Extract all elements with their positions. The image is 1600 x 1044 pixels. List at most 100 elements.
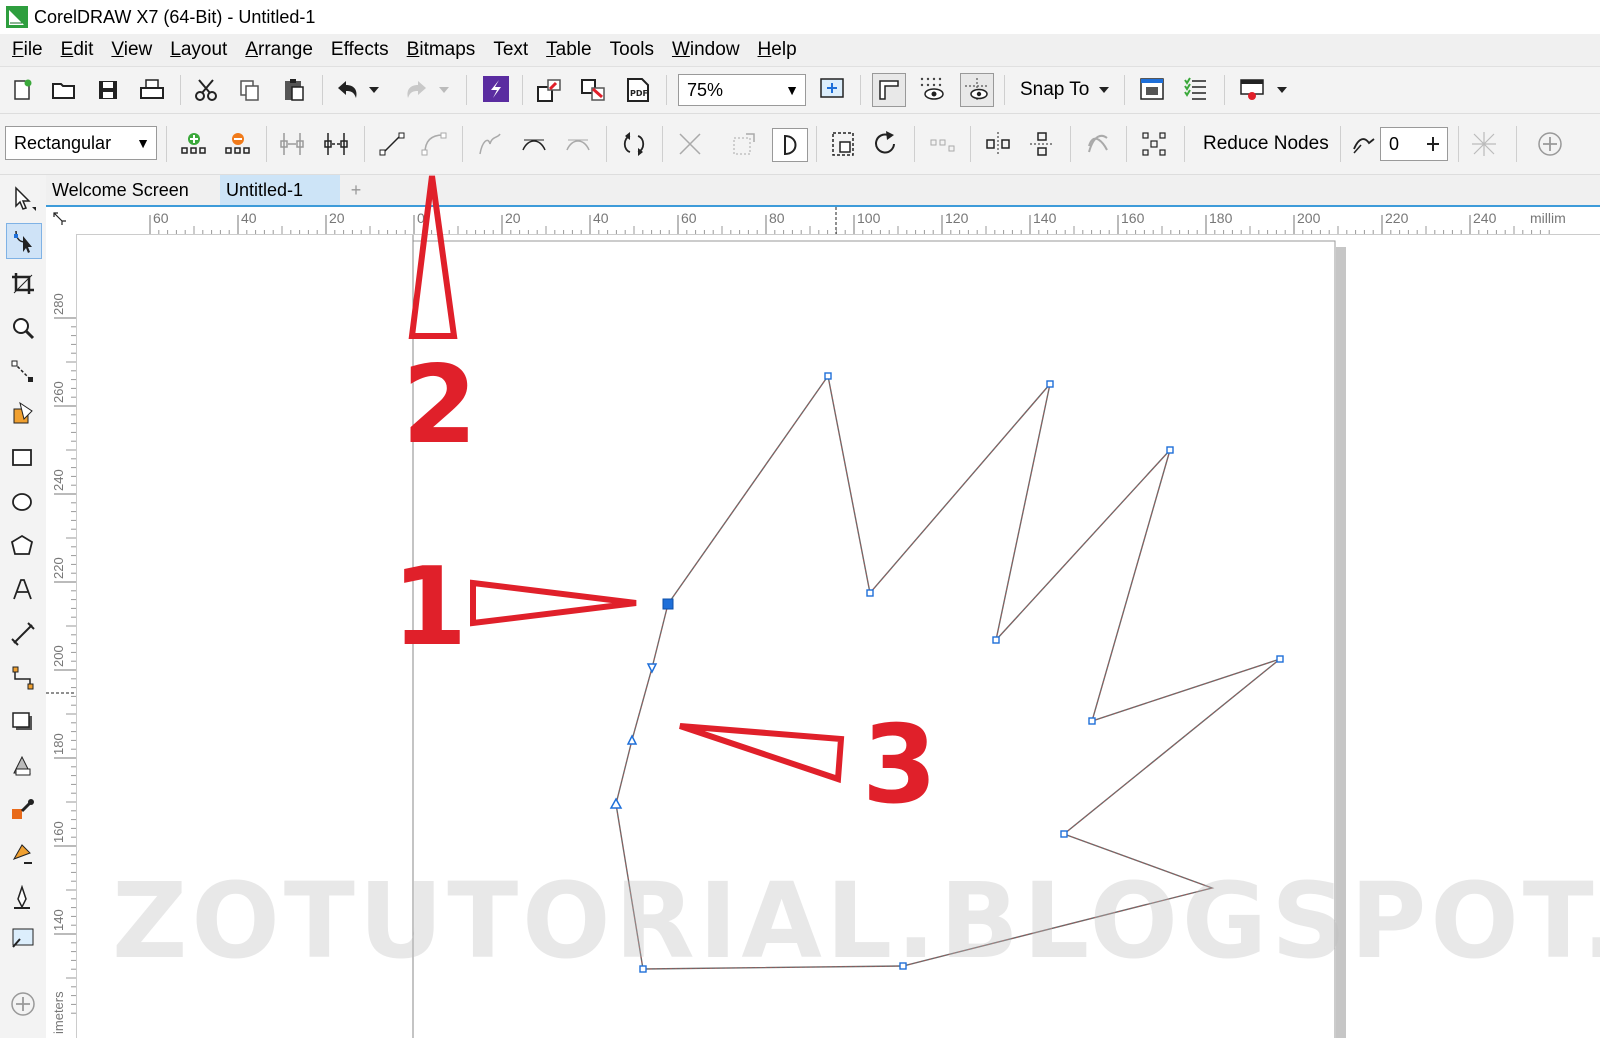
reflect-vertically-icon[interactable] [1028,130,1056,158]
parallel-dimension-tool-icon[interactable] [6,617,40,651]
zoom-tool-icon[interactable] [6,311,40,345]
publish-pdf-icon[interactable]: PDF [624,76,652,104]
print-icon[interactable] [138,76,166,104]
show-rulers-icon[interactable] [872,73,906,107]
undo-dropdown-icon[interactable] [366,76,382,104]
ellipse-tool-icon[interactable] [6,485,40,519]
smart-fill-tool-icon[interactable] [6,397,40,431]
smooth-node-icon[interactable] [520,130,548,158]
interactive-fill-tool-icon[interactable] [6,837,40,871]
document-tabs: Welcome Screen Untitled-1 + [46,175,1600,207]
stretch-scale-nodes-icon[interactable] [830,130,858,158]
delete-node-icon[interactable] [224,130,252,158]
new-document-icon[interactable] [8,76,36,104]
separator [662,126,663,162]
pick-tool-icon[interactable] [6,181,40,215]
import-icon[interactable] [536,76,564,104]
chevron-down-icon[interactable] [1272,76,1292,104]
convert-to-line-icon[interactable] [378,130,406,158]
color-eyedropper-tool-icon[interactable] [6,793,40,827]
text-tool-icon[interactable] [6,573,40,607]
break-curve-icon[interactable] [322,130,350,158]
export-icon[interactable] [580,76,608,104]
reflect-horizontally-icon[interactable] [984,130,1012,158]
show-grid-icon[interactable] [918,75,946,103]
new-tab-icon[interactable]: + [342,175,370,205]
rotate-skew-nodes-icon[interactable] [872,130,900,158]
menu-accelerator: H [757,39,772,60]
menu-item-effects[interactable]: Effects [331,39,389,61]
zoom-level-select[interactable]: 75% ▼ [678,74,806,106]
menu-item-edit[interactable]: Edit [61,39,94,61]
open-folder-icon[interactable] [50,76,78,104]
redo-icon[interactable] [402,76,430,104]
menu-item-view[interactable]: View [111,39,152,61]
menu-item-table[interactable]: Table [546,39,591,61]
ruler-origin[interactable] [46,207,77,235]
add-node-icon[interactable] [180,130,208,158]
menu-bar: File Edit View Layout Arrange Effects Bitmaps T… [0,34,1600,67]
welcome-screen-icon[interactable] [1238,75,1266,103]
application-launcher-icon[interactable] [1182,75,1210,103]
redo-dropdown-icon[interactable] [436,76,452,104]
menu-item-window[interactable]: Window [672,39,740,61]
polygon-tool-icon[interactable] [6,529,40,563]
menu-item-text[interactable]: Text [493,39,528,61]
extract-subpath-icon[interactable] [730,130,758,158]
align-nodes-icon[interactable] [928,130,956,158]
separator [1458,126,1459,162]
ruler-tick-label: 80 [769,210,785,226]
add-tool-icon[interactable] [6,987,40,1021]
freehand-tool-icon[interactable] [6,355,40,389]
rectangle-tool-icon[interactable] [6,441,40,475]
coreldraw-logo-icon [6,6,28,28]
transparency-tool-icon[interactable] [6,749,40,783]
menu-item-file[interactable]: File [12,39,43,61]
menu-item-bitmaps[interactable]: Bitmaps [407,39,476,61]
connector-tool-icon[interactable] [6,661,40,695]
shape-tool-icon[interactable] [6,223,42,259]
menu-label: Effects [330,39,389,60]
select-all-nodes-icon[interactable] [1140,130,1168,158]
extend-curve-to-close-icon[interactable] [676,130,704,158]
full-screen-preview-icon[interactable] [818,75,846,103]
paste-icon[interactable] [280,76,308,104]
separator [462,126,463,162]
join-nodes-icon[interactable] [278,130,306,158]
cut-icon[interactable] [192,76,220,104]
menu-item-arrange[interactable]: Arrange [245,39,313,61]
separator [914,126,915,162]
slider-handle-icon[interactable] [1425,136,1441,152]
copy-icon[interactable] [236,76,264,104]
quick-customize-icon[interactable] [1536,130,1564,158]
reverse-direction-icon[interactable] [620,130,648,158]
smart-drawing-tool-icon[interactable] [6,881,40,915]
save-icon[interactable] [94,76,122,104]
selection-mode-select[interactable]: Rectangular ▼ [5,126,157,160]
elastic-mode-icon[interactable] [1084,130,1112,158]
tab-welcome-screen[interactable]: Welcome Screen [46,175,218,205]
convert-to-curve-icon[interactable] [420,130,448,158]
crop-tool-icon[interactable] [6,267,40,301]
symmetrical-node-icon[interactable] [564,130,592,158]
corel-connect-icon[interactable] [482,75,510,103]
drop-shadow-tool-icon[interactable] [6,705,40,739]
horizontal-ruler[interactable]: 60 40 20 0 20 40 60 80 100 120 140 160 180 200 220 240 m… [76,207,1600,235]
menu-item-tools[interactable]: Tools [610,39,654,61]
reduce-nodes-button[interactable]: Reduce Nodes [1203,130,1329,158]
property-bar: Rectangular ▼ Reduce Nodes 0 [0,114,1600,175]
undo-icon[interactable] [334,76,362,104]
tab-untitled-1[interactable]: Untitled-1 [220,175,340,205]
mesh-fill-tool-icon[interactable] [6,921,40,955]
menu-item-layout[interactable]: Layout [170,39,227,61]
curve-smoothness-input[interactable]: 0 [1380,127,1448,161]
options-icon[interactable] [1138,75,1166,103]
show-guidelines-icon[interactable] [960,73,994,107]
curve-smoothness-value: 0 [1389,133,1400,154]
menu-item-help[interactable]: Help [758,39,797,61]
vertical-ruler[interactable]: 280 260 240 220 200 180 160 140 imeters [46,234,77,1038]
cusp-node-icon[interactable] [476,130,504,158]
node-options-icon[interactable] [1470,130,1498,158]
snap-to-button[interactable]: Snap To [1020,76,1110,104]
close-curve-icon[interactable] [772,128,808,162]
